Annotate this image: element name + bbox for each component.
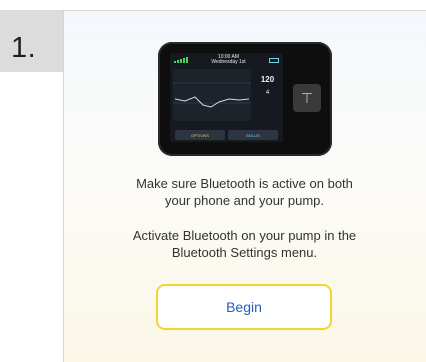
trend-line-graphic <box>173 82 251 108</box>
glucose-trend-chart <box>173 69 251 121</box>
pump-date: Wednesday 1st <box>211 59 246 65</box>
battery-icon <box>269 57 279 63</box>
instruction-line-3: Activate Bluetooth on your pump in the <box>132 228 357 243</box>
pump-screen-footer: OPTIONS BOLUS <box>170 123 283 142</box>
instruction-line-2: your phone and your pump. <box>165 193 324 208</box>
pump-side-values: 120 4 <box>254 69 281 121</box>
pump-time-block: 10:00 AM Wednesday 1st <box>211 55 245 65</box>
step-number: 1. <box>11 32 37 64</box>
pump-options-button: OPTIONS <box>175 130 225 140</box>
instruction-line-4: Bluetooth Settings menu. <box>171 245 318 260</box>
begin-button[interactable]: Begin <box>156 284 332 330</box>
pump-bolus-button: BOLUS <box>228 130 278 140</box>
pump-screen-on-button-icon: ⊤ <box>293 84 321 112</box>
pump-secondary-value: 4 <box>265 90 270 96</box>
pump-screen: 10:00 AM Wednesday 1st 120 4 OPTIONS BOL… <box>170 53 283 142</box>
instruction-line-1: Make sure Bluetooth is active on both <box>136 176 353 191</box>
signal-bars-icon <box>174 57 188 63</box>
pump-status-bar: 10:00 AM Wednesday 1st <box>170 53 283 67</box>
pump-info-strip <box>174 124 279 128</box>
step-number-tab: 1. <box>0 10 63 72</box>
pump-glucose-value: 120 <box>260 75 275 84</box>
pump-device-image: 10:00 AM Wednesday 1st 120 4 OPTIONS BOL… <box>158 42 332 156</box>
